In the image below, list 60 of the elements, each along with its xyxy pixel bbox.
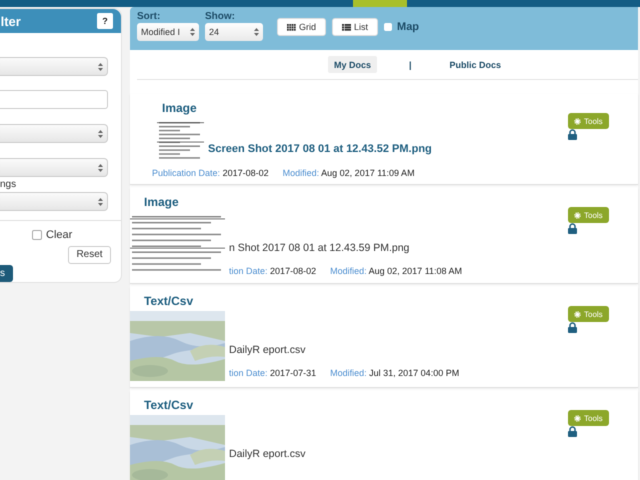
updown-icon bbox=[98, 130, 103, 138]
lock-icon bbox=[568, 129, 577, 140]
reset-button[interactable]: Reset bbox=[68, 246, 111, 264]
document-type: Image bbox=[162, 101, 198, 115]
map-label: Map bbox=[397, 21, 420, 33]
document-type: Text/Csv bbox=[144, 294, 194, 308]
modified-value: Aug 02, 2017 11:08 AM bbox=[368, 266, 462, 276]
updown-icon bbox=[98, 198, 103, 206]
date-value: 2017-08-02 bbox=[270, 266, 316, 276]
clear-label: Clear bbox=[46, 229, 72, 242]
filter-input[interactable] bbox=[0, 90, 108, 110]
modified-label: Modified: bbox=[330, 266, 367, 276]
clear-checkbox[interactable] bbox=[32, 230, 42, 240]
lock-icon bbox=[568, 223, 577, 234]
show-label: Show: bbox=[205, 11, 236, 22]
document-type: Image bbox=[144, 195, 180, 209]
gear-icon bbox=[574, 118, 581, 124]
filter-select[interactable] bbox=[0, 192, 108, 212]
gear-icon bbox=[574, 310, 581, 318]
sort-select[interactable]: Modified I bbox=[137, 23, 199, 41]
field-label: ngs bbox=[0, 179, 18, 190]
gear-icon bbox=[574, 414, 581, 422]
date-value: 2017-08-02 bbox=[222, 168, 269, 178]
filter-select[interactable] bbox=[0, 158, 108, 178]
document-name[interactable]: DailyR eport.csv bbox=[229, 448, 306, 460]
document-type: Text/Csv bbox=[144, 398, 194, 412]
show-select[interactable]: 24 bbox=[205, 23, 263, 41]
tab[interactable]: My Docs bbox=[328, 56, 377, 73]
grid-icon bbox=[287, 24, 296, 30]
lock-icon bbox=[568, 426, 577, 437]
date-label: Publication Date: bbox=[152, 168, 220, 178]
date-label: tion Date: bbox=[229, 266, 268, 276]
panel-title: ilter bbox=[0, 14, 21, 29]
updown-icon bbox=[98, 164, 103, 172]
gear-icon bbox=[574, 212, 581, 218]
active-nav-tab[interactable] bbox=[353, 0, 407, 7]
updown-icon bbox=[98, 62, 103, 71]
document-name[interactable]: Screen Shot 2017 08 01 at 12.43.52 PM.png bbox=[208, 143, 432, 155]
updown-icon bbox=[190, 28, 195, 36]
modified-label: Modified: bbox=[330, 368, 367, 378]
map-checkbox[interactable] bbox=[384, 23, 392, 31]
lock-icon bbox=[568, 322, 577, 333]
modified-value: Jul 31, 2017 04:00 PM bbox=[369, 368, 460, 378]
tab[interactable]: Public Docs bbox=[444, 56, 508, 73]
help-button[interactable]: ? bbox=[97, 13, 113, 30]
view-button[interactable]: Grid bbox=[277, 18, 326, 36]
modified-label: Modified: bbox=[282, 168, 320, 178]
sort-label: Sort: bbox=[137, 11, 162, 22]
updown-icon bbox=[254, 28, 259, 36]
apply-button[interactable]: s bbox=[0, 264, 13, 282]
date-label: tion Date: bbox=[229, 368, 268, 378]
tab-separator: | bbox=[408, 60, 412, 70]
date-value: 2017-07-31 bbox=[270, 368, 316, 378]
modified-value: Aug 02, 2017 11:09 AM bbox=[321, 168, 415, 178]
document-name[interactable]: n Shot 2017 08 01 at 12.43.59 PM.png bbox=[229, 242, 462, 254]
filter-select[interactable] bbox=[0, 57, 108, 76]
list-icon bbox=[342, 24, 352, 30]
view-button[interactable]: List bbox=[332, 18, 378, 36]
filter-select[interactable] bbox=[0, 124, 108, 144]
document-name[interactable]: DailyR eport.csv bbox=[229, 344, 460, 356]
